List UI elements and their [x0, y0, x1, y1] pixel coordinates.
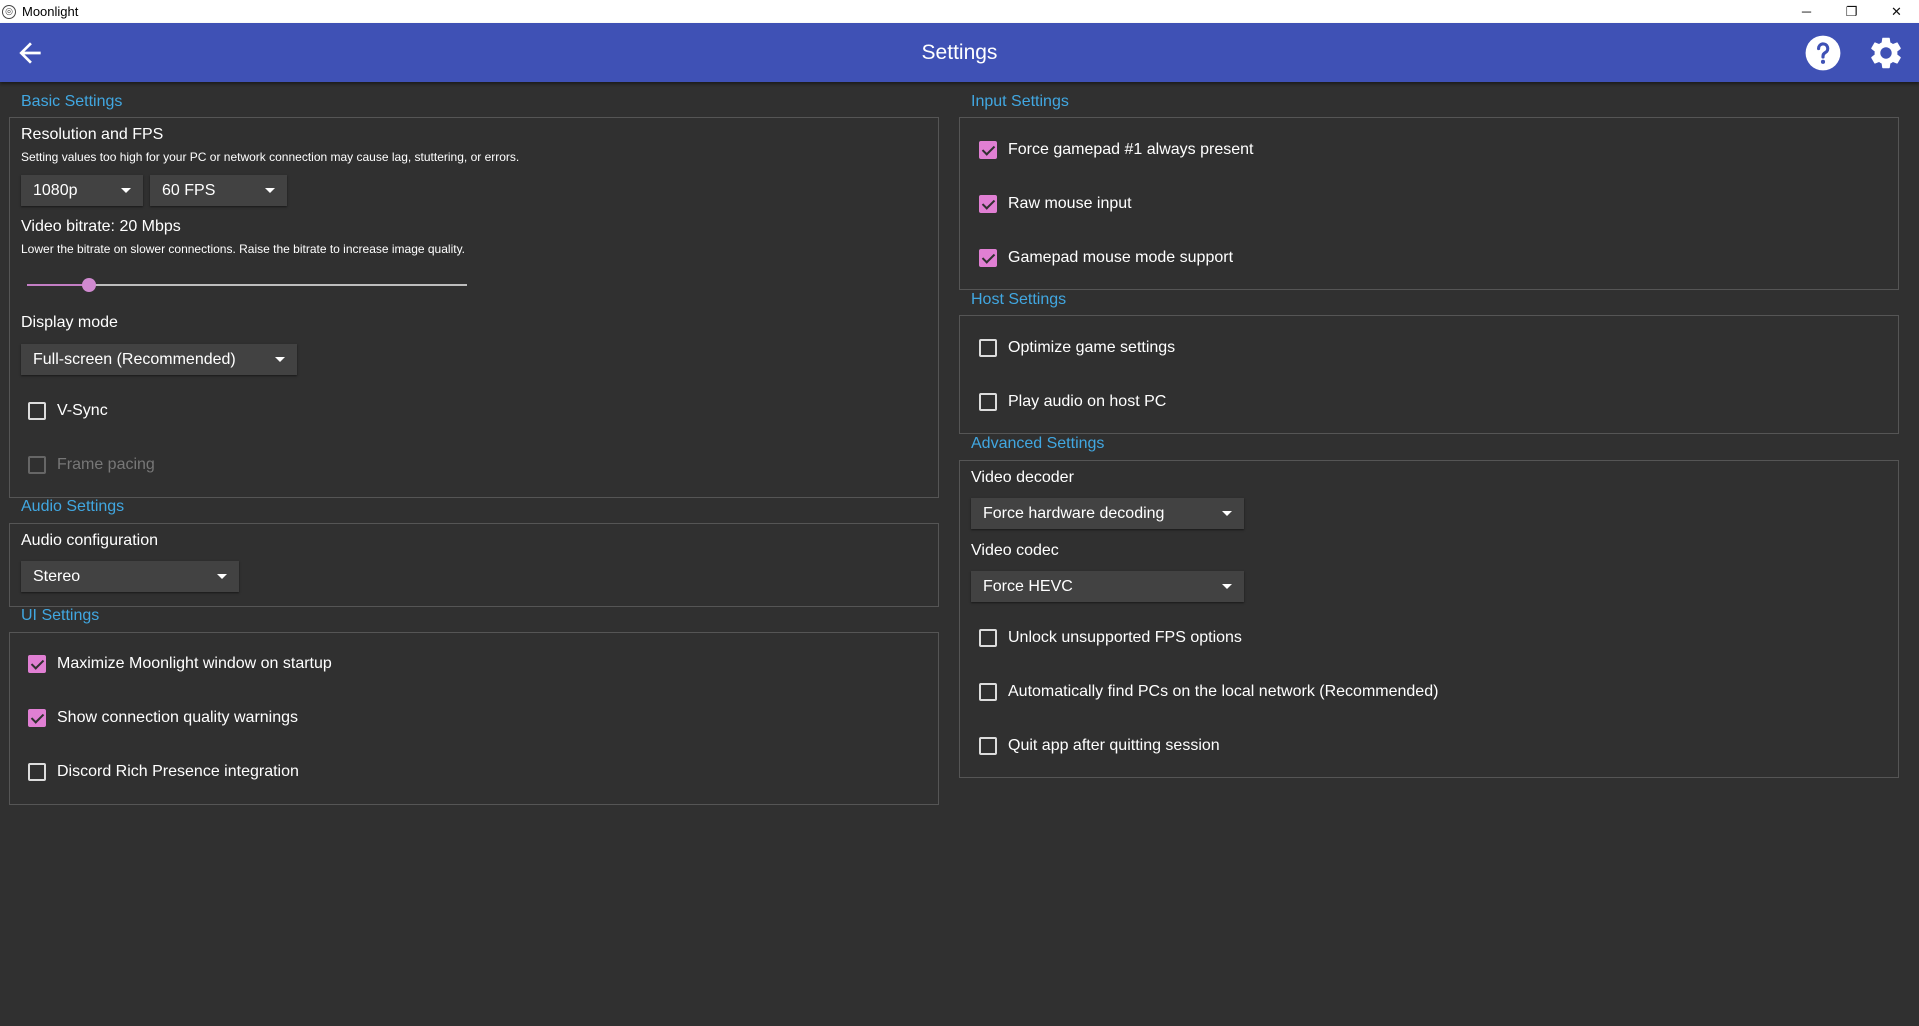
fps-value: 60 FPS: [162, 181, 216, 199]
window-controls: ─ ❐ ✕: [1784, 0, 1919, 23]
discord-presence-label: Discord Rich Presence integration: [57, 763, 299, 780]
discord-presence-checkbox[interactable]: Discord Rich Presence integration: [28, 763, 299, 781]
chevron-down-icon: [121, 188, 131, 193]
bitrate-label: Video bitrate: 20 Mbps: [21, 218, 181, 235]
gear-icon[interactable]: [1867, 34, 1905, 72]
host-audio-label: Play audio on host PC: [1008, 393, 1167, 410]
bitrate-hint: Lower the bitrate on slower connections.…: [21, 242, 466, 256]
maximize-window-label: Maximize Moonlight window on startup: [57, 655, 332, 672]
video-decoder-label: Video decoder: [971, 469, 1074, 486]
fps-select[interactable]: 60 FPS: [150, 175, 287, 206]
quit-app-checkbox[interactable]: Quit app after quitting session: [979, 737, 1220, 755]
window-title-bar: ◎ Moonlight ─ ❐ ✕: [0, 0, 1919, 23]
chevron-down-icon: [275, 357, 285, 362]
help-circle-icon[interactable]: [1804, 34, 1842, 72]
basic-settings-title: Basic Settings: [21, 93, 123, 110]
display-mode-select[interactable]: Full-screen (Recommended): [21, 344, 297, 375]
checkbox-box[interactable]: [979, 249, 997, 267]
app-header: Settings: [0, 23, 1919, 82]
checkbox-box[interactable]: [28, 402, 46, 420]
checkbox-box[interactable]: [28, 655, 46, 673]
vsync-label: V-Sync: [57, 402, 108, 419]
checkbox-box[interactable]: [979, 141, 997, 159]
chevron-down-icon: [1222, 584, 1232, 589]
optimize-game-label: Optimize game settings: [1008, 339, 1176, 356]
host-settings-title: Host Settings: [971, 291, 1067, 308]
checkbox-box[interactable]: [979, 737, 997, 755]
gamepad-present-label: Force gamepad #1 always present: [1008, 141, 1254, 158]
ui-settings-title: UI Settings: [21, 607, 100, 624]
checkbox-box[interactable]: [28, 709, 46, 727]
quit-app-label: Quit app after quitting session: [1008, 737, 1220, 754]
unlock-fps-label: Unlock unsupported FPS options: [1008, 629, 1242, 646]
display-mode-label: Display mode: [21, 314, 118, 331]
gamepad-mouse-label: Gamepad mouse mode support: [1008, 249, 1234, 266]
moonlight-icon: ◎: [2, 4, 16, 19]
slider-handle[interactable]: [81, 278, 96, 292]
maximize-window-checkbox[interactable]: Maximize Moonlight window on startup: [28, 655, 332, 673]
advanced-settings-title: Advanced Settings: [971, 435, 1105, 452]
video-codec-value: Force HEVC: [983, 577, 1073, 595]
chevron-down-icon: [217, 574, 227, 579]
checkbox-box: [28, 456, 46, 474]
chevron-down-icon: [265, 188, 275, 193]
gamepad-present-checkbox[interactable]: Force gamepad #1 always present: [979, 141, 1253, 159]
video-codec-select[interactable]: Force HEVC: [971, 571, 1244, 602]
chevron-down-icon: [1222, 511, 1232, 516]
resolution-select[interactable]: 1080p: [21, 175, 143, 206]
checkbox-box[interactable]: [979, 339, 997, 357]
window-title: Moonlight: [22, 4, 79, 19]
input-settings-title: Input Settings: [971, 93, 1069, 110]
quality-warnings-label: Show connection quality warnings: [57, 709, 299, 726]
frame-pacing-label: Frame pacing: [57, 456, 155, 473]
frame-pacing-checkbox: Frame pacing: [28, 456, 155, 474]
close-button[interactable]: ✕: [1874, 0, 1919, 23]
minimize-button[interactable]: ─: [1784, 0, 1829, 23]
audio-config-select[interactable]: Stereo: [21, 561, 239, 592]
quality-warnings-checkbox[interactable]: Show connection quality warnings: [28, 709, 298, 727]
gamepad-mouse-checkbox[interactable]: Gamepad mouse mode support: [979, 249, 1233, 267]
audio-settings-title: Audio Settings: [21, 498, 125, 515]
checkbox-box[interactable]: [979, 683, 997, 701]
arrow-left-icon[interactable]: [14, 37, 46, 69]
checkbox-box[interactable]: [28, 763, 46, 781]
auto-find-pcs-checkbox[interactable]: Automatically find PCs on the local netw…: [979, 683, 1438, 701]
video-decoder-select[interactable]: Force hardware decoding: [971, 498, 1244, 529]
checkbox-box[interactable]: [979, 393, 997, 411]
audio-config-value: Stereo: [33, 567, 81, 585]
basic-settings-group: [9, 117, 939, 498]
resolution-value: 1080p: [33, 181, 78, 199]
resolution-label: Resolution and FPS: [21, 126, 164, 143]
host-settings-group: [959, 315, 1899, 434]
restore-button[interactable]: ❐: [1829, 0, 1874, 23]
raw-mouse-label: Raw mouse input: [1008, 195, 1132, 212]
resolution-hint: Setting values too high for your PC or n…: [21, 150, 520, 164]
vsync-checkbox[interactable]: V-Sync: [28, 402, 108, 420]
optimize-game-checkbox[interactable]: Optimize game settings: [979, 339, 1175, 357]
video-decoder-value: Force hardware decoding: [983, 504, 1165, 522]
video-codec-label: Video codec: [971, 542, 1059, 559]
unlock-fps-checkbox[interactable]: Unlock unsupported FPS options: [979, 629, 1242, 647]
display-mode-value: Full-screen (Recommended): [33, 350, 236, 368]
checkbox-box[interactable]: [979, 195, 997, 213]
host-audio-checkbox[interactable]: Play audio on host PC: [979, 393, 1166, 411]
checkbox-box[interactable]: [979, 629, 997, 647]
raw-mouse-checkbox[interactable]: Raw mouse input: [979, 195, 1132, 213]
auto-find-pcs-label: Automatically find PCs on the local netw…: [1008, 683, 1439, 700]
slider-fill: [27, 284, 89, 286]
audio-config-label: Audio configuration: [21, 532, 158, 549]
page-title: Settings: [921, 41, 998, 64]
